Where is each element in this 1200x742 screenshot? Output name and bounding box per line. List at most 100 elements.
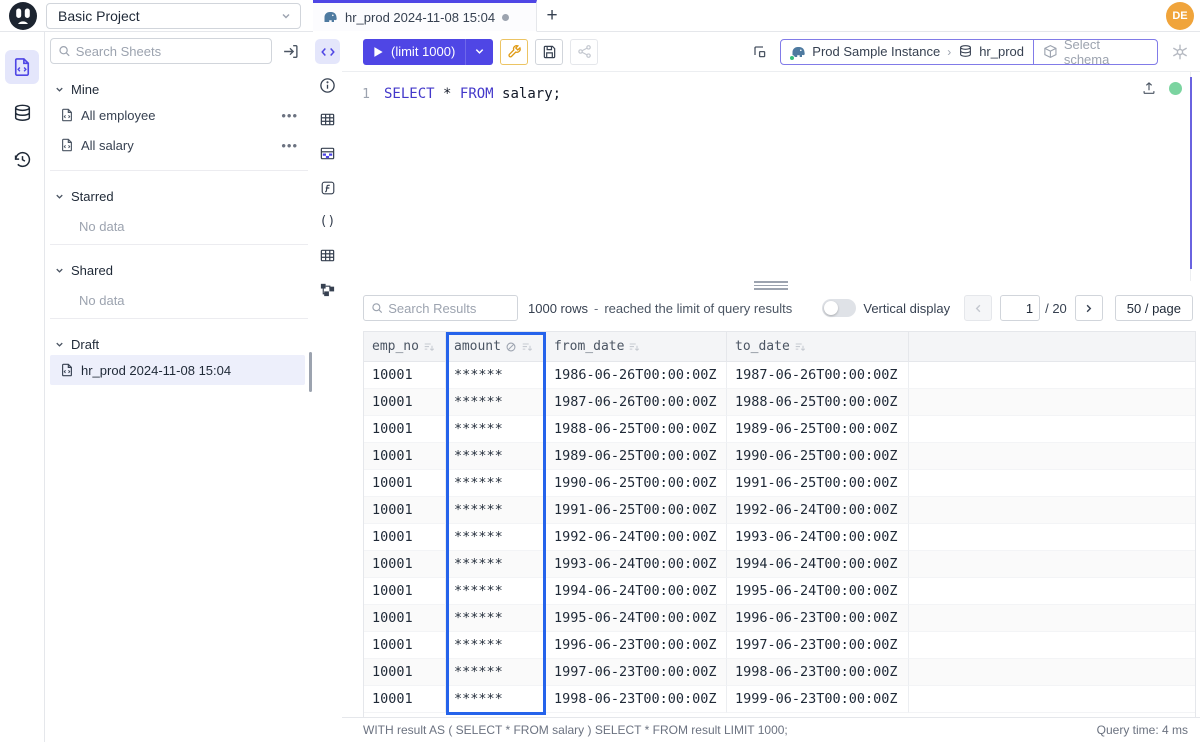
sheet-search-input[interactable] — [76, 44, 264, 59]
table-cell-amount[interactable]: ****** — [446, 416, 546, 443]
table-cell-emp_no[interactable]: 10001 — [364, 416, 446, 443]
column-header-emp_no[interactable]: emp_no — [364, 332, 446, 361]
table-cell-emp_no[interactable]: 10001 — [364, 389, 446, 416]
rail-worksheet-button[interactable] — [5, 50, 39, 84]
table-cell-to_date[interactable]: 1987-06-26T00:00:00Z — [727, 362, 909, 389]
page-size-select[interactable]: 50 / page — [1115, 295, 1193, 321]
table-row[interactable]: 10001******1997-06-23T00:00:00Z1998-06-2… — [364, 659, 1195, 686]
strip-code-button[interactable] — [315, 39, 340, 64]
upload-icon[interactable] — [1141, 80, 1157, 96]
section-header-mine[interactable]: Mine — [54, 78, 308, 100]
table-cell-amount[interactable]: ****** — [446, 443, 546, 470]
vertical-display-toggle[interactable] — [822, 299, 856, 317]
column-header-from_date[interactable]: from_date — [546, 332, 727, 361]
table-cell-to_date[interactable]: 1992-06-24T00:00:00Z — [727, 497, 909, 524]
table-cell-from_date[interactable]: 1997-06-23T00:00:00Z — [546, 659, 727, 686]
strip-views-button[interactable] — [315, 243, 340, 268]
table-cell-to_date[interactable]: 1998-06-23T00:00:00Z — [727, 659, 909, 686]
table-cell-to_date[interactable]: 1995-06-24T00:00:00Z — [727, 578, 909, 605]
rail-history-button[interactable] — [5, 142, 39, 176]
table-cell-emp_no[interactable]: 10001 — [364, 524, 446, 551]
table-cell-from_date[interactable]: 1991-06-25T00:00:00Z — [546, 497, 727, 524]
table-cell-emp_no[interactable]: 10001 — [364, 551, 446, 578]
section-header-starred[interactable]: Starred — [54, 185, 308, 207]
code-line-1[interactable]: 1 SELECT * FROM salary; — [342, 84, 1200, 104]
item-menu-icon[interactable]: ••• — [281, 138, 298, 153]
instance-database-selector[interactable]: Prod Sample Instance › hr_prod — [781, 40, 1033, 64]
table-cell-to_date[interactable]: 1997-06-23T00:00:00Z — [727, 632, 909, 659]
table-row[interactable]: 10001******1989-06-25T00:00:00Z1990-06-2… — [364, 443, 1195, 470]
results-search-input[interactable] — [388, 301, 510, 316]
table-cell-from_date[interactable]: 1995-06-24T00:00:00Z — [546, 605, 727, 632]
strip-tables-button[interactable] — [315, 107, 340, 132]
import-sheet-button[interactable] — [278, 39, 302, 63]
table-cell-to_date[interactable]: 1989-06-25T00:00:00Z — [727, 416, 909, 443]
table-cell-from_date[interactable]: 1998-06-23T00:00:00Z — [546, 686, 727, 713]
table-cell-amount[interactable]: ****** — [446, 362, 546, 389]
schema-selector[interactable]: Select schema — [1033, 40, 1157, 64]
format-sql-button[interactable] — [500, 39, 528, 65]
table-cell-to_date[interactable]: 1993-06-24T00:00:00Z — [727, 524, 909, 551]
user-avatar[interactable]: DE — [1166, 2, 1194, 30]
table-cell-amount[interactable]: ****** — [446, 389, 546, 416]
table-cell-from_date[interactable]: 1996-06-23T00:00:00Z — [546, 632, 727, 659]
table-cell-from_date[interactable]: 1988-06-25T00:00:00Z — [546, 416, 727, 443]
table-row[interactable]: 10001******1992-06-24T00:00:00Z1993-06-2… — [364, 524, 1195, 551]
table-cell-amount[interactable]: ****** — [446, 659, 546, 686]
table-cell-amount[interactable]: ****** — [446, 497, 546, 524]
tab-hr-prod[interactable]: hr_prod 2024-11-08 15:04 — [313, 0, 537, 32]
sheet-item-all-salary[interactable]: All salary ••• — [50, 130, 308, 160]
table-row[interactable]: 10001******1995-06-24T00:00:00Z1996-06-2… — [364, 605, 1195, 632]
table-row[interactable]: 10001******1998-06-23T00:00:00Z1999-06-2… — [364, 686, 1195, 713]
page-number-input[interactable] — [1000, 295, 1040, 321]
table-cell-from_date[interactable]: 1994-06-24T00:00:00Z — [546, 578, 727, 605]
table-cell-from_date[interactable]: 1989-06-25T00:00:00Z — [546, 443, 727, 470]
run-main[interactable]: (limit 1000) — [363, 44, 465, 59]
table-cell-emp_no[interactable]: 10001 — [364, 686, 446, 713]
table-cell-amount[interactable]: ****** — [446, 686, 546, 713]
share-sheet-button[interactable] — [570, 39, 598, 65]
table-row[interactable]: 10001******1994-06-24T00:00:00Z1995-06-2… — [364, 578, 1195, 605]
table-cell-to_date[interactable]: 1990-06-25T00:00:00Z — [727, 443, 909, 470]
sheet-item-all-employee[interactable]: All employee ••• — [50, 100, 308, 130]
column-header-amount[interactable]: amount — [446, 332, 546, 361]
sidebar-scrollbar[interactable] — [309, 352, 312, 392]
ai-assistant-button[interactable] — [1166, 39, 1194, 65]
item-menu-icon[interactable]: ••• — [281, 108, 298, 123]
table-row[interactable]: 10001******1996-06-23T00:00:00Z1997-06-2… — [364, 632, 1195, 659]
table-cell-amount[interactable]: ****** — [446, 470, 546, 497]
table-cell-to_date[interactable]: 1988-06-25T00:00:00Z — [727, 389, 909, 416]
table-cell-emp_no[interactable]: 10001 — [364, 470, 446, 497]
sheet-item-draft-selected[interactable]: hr_prod 2024-11-08 15:04 — [50, 355, 305, 385]
table-row[interactable]: 10001******1987-06-26T00:00:00Z1988-06-2… — [364, 389, 1195, 416]
app-logo[interactable] — [0, 0, 46, 31]
panel-splitter[interactable] — [342, 280, 1200, 291]
project-select[interactable]: Basic Project — [46, 3, 301, 29]
table-cell-emp_no[interactable]: 10001 — [364, 443, 446, 470]
run-query-button[interactable]: (limit 1000) — [363, 39, 493, 65]
strip-info-button[interactable] — [315, 73, 340, 98]
strip-functions-button[interactable] — [315, 175, 340, 200]
table-cell-emp_no[interactable]: 10001 — [364, 605, 446, 632]
rail-database-button[interactable] — [5, 96, 39, 130]
table-cell-from_date[interactable]: 1993-06-24T00:00:00Z — [546, 551, 727, 578]
table-cell-amount[interactable]: ****** — [446, 578, 546, 605]
table-cell-emp_no[interactable]: 10001 — [364, 632, 446, 659]
table-cell-emp_no[interactable]: 10001 — [364, 578, 446, 605]
strip-procedures-button[interactable]: () — [315, 209, 340, 234]
sql-editor[interactable]: 1 SELECT * FROM salary; — [342, 72, 1200, 280]
table-cell-emp_no[interactable]: 10001 — [364, 362, 446, 389]
table-row[interactable]: 10001******1988-06-25T00:00:00Z1989-06-2… — [364, 416, 1195, 443]
table-cell-from_date[interactable]: 1992-06-24T00:00:00Z — [546, 524, 727, 551]
table-row[interactable]: 10001******1986-06-26T00:00:00Z1987-06-2… — [364, 362, 1195, 389]
next-page-button[interactable] — [1075, 295, 1103, 321]
table-cell-to_date[interactable]: 1994-06-24T00:00:00Z — [727, 551, 909, 578]
table-cell-to_date[interactable]: 1996-06-23T00:00:00Z — [727, 605, 909, 632]
table-cell-amount[interactable]: ****** — [446, 524, 546, 551]
section-header-draft[interactable]: Draft — [54, 333, 308, 355]
table-row[interactable]: 10001******1993-06-24T00:00:00Z1994-06-2… — [364, 551, 1195, 578]
table-cell-from_date[interactable]: 1987-06-26T00:00:00Z — [546, 389, 727, 416]
table-cell-amount[interactable]: ****** — [446, 605, 546, 632]
strip-table-partition-button[interactable] — [315, 141, 340, 166]
new-tab-button[interactable]: + — [537, 0, 567, 31]
